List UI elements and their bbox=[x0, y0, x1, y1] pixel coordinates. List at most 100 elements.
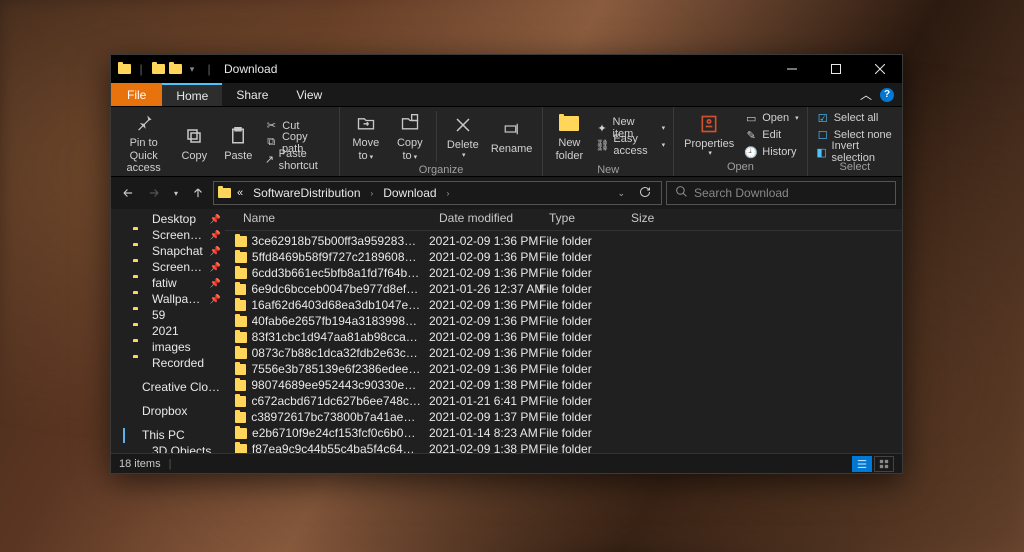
folder-icon bbox=[235, 332, 247, 343]
copy-to-button[interactable]: Copy to▾ bbox=[390, 109, 430, 164]
table-row[interactable]: 98074689ee952443c90330e8afca56e82021-02-… bbox=[225, 377, 902, 393]
view-large-icons-button[interactable] bbox=[874, 456, 894, 472]
table-row[interactable]: e2b6710f9e24cf153fcf0c6b0dccb0362021-01-… bbox=[225, 425, 902, 441]
file-type: File folder bbox=[531, 282, 613, 296]
breadcrumb-softwaredistribution[interactable]: SoftwareDistribution bbox=[249, 186, 364, 200]
sidebar-item[interactable]: Dropbox bbox=[111, 403, 225, 419]
file-date: 2021-02-09 1:36 PM bbox=[421, 250, 531, 264]
search-box[interactable]: Search Download bbox=[666, 181, 896, 205]
sidebar-item[interactable]: Screencasts📌 bbox=[111, 259, 225, 275]
forward-button[interactable] bbox=[143, 181, 165, 205]
sidebar-item[interactable]: Screenshots📌 bbox=[111, 227, 225, 243]
tab-file[interactable]: File bbox=[111, 83, 162, 106]
folder-icon bbox=[133, 325, 147, 337]
tab-home[interactable]: Home bbox=[162, 83, 222, 106]
paste-shortcut-button[interactable]: ↗Paste shortcut bbox=[262, 152, 333, 168]
table-row[interactable]: 6e9dc6bcceb0047be977d8ef384868d42021-01-… bbox=[225, 281, 902, 297]
file-explorer-window: | ▾ | Download File Home Share View ︿ ? bbox=[110, 54, 903, 474]
table-row[interactable]: 5ffd8469b58f9f727c2189608cd906b32021-02-… bbox=[225, 249, 902, 265]
column-date[interactable]: Date modified bbox=[431, 209, 541, 230]
column-type[interactable]: Type bbox=[541, 209, 623, 230]
table-row[interactable]: 40fab6e2657fb194a318399885d083dc2021-02-… bbox=[225, 313, 902, 329]
qat-icon-2[interactable] bbox=[168, 62, 182, 76]
sidebar-item[interactable]: Snapchat📌 bbox=[111, 243, 225, 259]
sidebar-item[interactable]: Desktop📌 bbox=[111, 211, 225, 227]
address-bar[interactable]: « SoftwareDistribution › Download › ⌄ bbox=[213, 181, 662, 205]
table-row[interactable]: 6cdd3b661ec5bfb8a1fd7f64b24012bc2021-02-… bbox=[225, 265, 902, 281]
chevron-right-icon[interactable]: › bbox=[367, 189, 378, 198]
breadcrumb-download[interactable]: Download bbox=[379, 186, 440, 200]
copy-button[interactable]: Copy bbox=[174, 122, 214, 165]
folder-icon bbox=[235, 396, 246, 407]
column-name[interactable]: Name bbox=[235, 209, 431, 230]
new-folder-button[interactable]: New folder bbox=[549, 109, 589, 164]
sidebar-item[interactable]: fatiw📌 bbox=[111, 275, 225, 291]
sidebar-item[interactable]: images bbox=[111, 339, 225, 355]
properties-button[interactable]: Properties ▾ bbox=[680, 110, 738, 161]
minimize-button[interactable] bbox=[770, 55, 814, 83]
column-size[interactable]: Size bbox=[623, 209, 683, 230]
body: Desktop📌Screenshots📌Snapchat📌Screencasts… bbox=[111, 209, 902, 453]
file-list[interactable]: 3ce62918b75b00ff3a95928314288dbe2021-02-… bbox=[225, 231, 902, 453]
tab-share[interactable]: Share bbox=[222, 83, 282, 106]
3d-objects-icon bbox=[133, 445, 147, 453]
back-button[interactable] bbox=[117, 181, 139, 205]
pin-icon: 📌 bbox=[210, 246, 225, 257]
pin-quick-access-button[interactable]: Pin to Quick access bbox=[117, 109, 170, 177]
sidebar-item[interactable]: 59 bbox=[111, 307, 225, 323]
paste-button[interactable]: Paste bbox=[218, 122, 258, 165]
folder-icon bbox=[133, 261, 147, 273]
folder-icon bbox=[133, 309, 147, 321]
table-row[interactable]: c38972617bc73800b7a41ae3b7770e812021-02-… bbox=[225, 409, 902, 425]
sidebar-item[interactable]: Creative Cloud Fil bbox=[111, 379, 225, 395]
sidebar-item[interactable]: Recorded bbox=[111, 355, 225, 371]
recent-dropdown-icon[interactable]: ▾ bbox=[169, 181, 183, 205]
table-row[interactable]: 16af62d6403d68ea3db1047ed9c5e79e2021-02-… bbox=[225, 297, 902, 313]
address-dropdown-icon[interactable]: ⌄ bbox=[611, 188, 631, 199]
view-details-button[interactable] bbox=[852, 456, 872, 472]
pin-icon: 📌 bbox=[210, 262, 225, 273]
sidebar-item[interactable]: Wallpapers📌 bbox=[111, 291, 225, 307]
table-row[interactable]: 7556e3b785139e6f2386edeefa7b0d8e2021-02-… bbox=[225, 361, 902, 377]
move-to-button[interactable]: Move to▾ bbox=[346, 109, 386, 164]
file-date: 2021-02-09 1:38 PM bbox=[421, 442, 531, 453]
sidebar-item[interactable]: 3D Objects bbox=[111, 443, 225, 453]
qat-sep2: | bbox=[202, 62, 216, 76]
overflow-chevron-icon[interactable]: « bbox=[233, 187, 247, 199]
select-all-button[interactable]: ☑Select all bbox=[814, 110, 896, 126]
sidebar-item[interactable]: This PC bbox=[111, 427, 225, 443]
rename-button[interactable]: Rename bbox=[487, 115, 537, 158]
edit-button[interactable]: ✎Edit bbox=[742, 127, 800, 143]
chevron-right-icon[interactable]: › bbox=[443, 189, 454, 198]
delete-button[interactable]: Delete ▾ bbox=[443, 111, 483, 162]
file-name: 40fab6e2657fb194a318399885d083dc bbox=[252, 314, 422, 328]
file-date: 2021-02-09 1:36 PM bbox=[421, 234, 531, 248]
table-row[interactable]: 0873c7b88c1dca32fdb2e63cd2af12502021-02-… bbox=[225, 345, 902, 361]
open-icon: ▭ bbox=[744, 111, 758, 125]
collapse-ribbon-icon[interactable]: ︿ bbox=[860, 86, 872, 103]
history-button[interactable]: 🕘History bbox=[742, 144, 800, 160]
tab-view[interactable]: View bbox=[282, 83, 336, 106]
close-button[interactable] bbox=[858, 55, 902, 83]
refresh-icon[interactable] bbox=[633, 186, 657, 201]
rename-icon bbox=[500, 117, 524, 141]
table-row[interactable]: c672acbd671dc627b6ee748c357391df2021-01-… bbox=[225, 393, 902, 409]
sidebar-item-label: Dropbox bbox=[142, 404, 187, 418]
up-button[interactable] bbox=[187, 181, 209, 205]
qat-dropdown-icon[interactable]: ▾ bbox=[185, 62, 199, 76]
table-row[interactable]: 83f31cbc1d947aa81ab98cca7d2fbb942021-02-… bbox=[225, 329, 902, 345]
qat-icon-1[interactable] bbox=[151, 62, 165, 76]
table-row[interactable]: f87ea9c9c44b55c4ba5f4c643509ccf02021-02-… bbox=[225, 441, 902, 453]
help-icon[interactable]: ? bbox=[880, 88, 894, 102]
open-button[interactable]: ▭Open▾ bbox=[742, 110, 800, 126]
sidebar[interactable]: Desktop📌Screenshots📌Snapchat📌Screencasts… bbox=[111, 209, 225, 453]
sidebar-item-label: Creative Cloud Fil bbox=[142, 380, 225, 394]
dropdown-arrow-icon: ▾ bbox=[662, 141, 666, 149]
maximize-button[interactable] bbox=[814, 55, 858, 83]
folder-icon bbox=[235, 268, 247, 279]
ribbon-group-new: New folder ✦New item▾ ⛓Easy access▾ New bbox=[543, 107, 674, 176]
invert-selection-button[interactable]: ◧Invert selection bbox=[814, 144, 896, 160]
sidebar-item[interactable]: 2021 bbox=[111, 323, 225, 339]
easy-access-button[interactable]: ⛓Easy access▾ bbox=[593, 137, 667, 153]
table-row[interactable]: 3ce62918b75b00ff3a95928314288dbe2021-02-… bbox=[225, 233, 902, 249]
